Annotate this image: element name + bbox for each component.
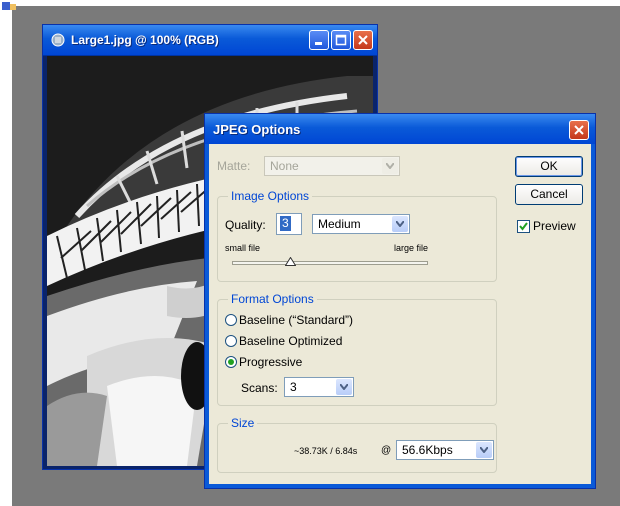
matte-select[interactable]: None [264, 156, 400, 176]
baseline-optimized-label: Baseline Optimized [239, 334, 343, 348]
quality-slider-track[interactable] [232, 261, 428, 265]
minimize-icon [315, 42, 322, 45]
image-options-legend: Image Options [228, 189, 313, 203]
chevron-down-icon [392, 216, 408, 232]
format-options-legend: Format Options [228, 292, 317, 306]
baseline-standard-label: Baseline (“Standard”) [239, 313, 354, 327]
quality-input[interactable]: 3 [276, 213, 302, 235]
preview-label: Preview [533, 219, 576, 233]
scans-select[interactable]: 3 [284, 377, 354, 397]
preview-checkbox[interactable] [517, 220, 530, 233]
format-options-group: Format Options Baseline (“Standard”) Bas… [217, 292, 497, 406]
scans-value: 3 [290, 380, 297, 394]
app-corner-icon [0, 0, 18, 14]
size-estimate: ~38.73K / 6.84s [294, 446, 358, 456]
progressive-label: Progressive [239, 355, 303, 369]
scans-label: Scans: [241, 381, 278, 395]
baseline-standard-radio[interactable] [225, 314, 237, 326]
dialog-title: JPEG Options [213, 122, 301, 137]
dialog-titlebar[interactable]: JPEG Options [205, 114, 595, 144]
matte-value: None [270, 159, 299, 173]
dialog-body: Matte: None OK Cancel Preview Image Opti… [209, 144, 591, 484]
close-icon [358, 35, 368, 45]
connection-speed-value: 56.6Kbps [402, 443, 453, 457]
checkmark-icon [519, 222, 528, 231]
quality-label: Quality: [225, 218, 266, 232]
image-window-titlebar[interactable]: Large1.jpg @ 100% (RGB) [43, 25, 377, 56]
document-icon [51, 33, 65, 47]
quality-value: 3 [280, 216, 291, 231]
ok-button[interactable]: OK [515, 156, 583, 177]
quality-preset-value: Medium [318, 217, 361, 231]
quality-slider-thumb[interactable] [285, 257, 297, 266]
image-options-group: Image Options Quality: 3 Medium small fi… [217, 189, 497, 282]
small-file-label: small file [225, 243, 261, 253]
chevron-down-icon [382, 158, 398, 174]
progressive-radio[interactable] [225, 356, 237, 368]
image-window-title: Large1.jpg @ 100% (RGB) [71, 33, 219, 47]
chevron-down-icon [476, 442, 492, 458]
chevron-down-icon [336, 379, 352, 395]
matte-label: Matte: [217, 159, 251, 173]
maximize-icon [335, 34, 347, 46]
jpeg-options-dialog: JPEG Options Matte: None OK Cancel Previ… [204, 113, 596, 489]
close-icon [574, 125, 584, 135]
maximize-button[interactable] [331, 30, 351, 50]
size-group: Size ~38.73K / 6.84s @ 56.6Kbps [217, 416, 497, 473]
baseline-optimized-radio[interactable] [225, 335, 237, 347]
cancel-button[interactable]: Cancel [515, 184, 583, 205]
close-button[interactable] [353, 30, 373, 50]
dialog-close-button[interactable] [569, 120, 589, 140]
size-at-symbol: @ [381, 445, 392, 456]
large-file-label: large file [394, 243, 429, 253]
radio-selected-dot [228, 359, 234, 365]
quality-preset-select[interactable]: Medium [312, 214, 410, 234]
connection-speed-select[interactable]: 56.6Kbps [396, 440, 494, 460]
minimize-button[interactable] [309, 30, 329, 50]
size-legend: Size [228, 416, 258, 430]
